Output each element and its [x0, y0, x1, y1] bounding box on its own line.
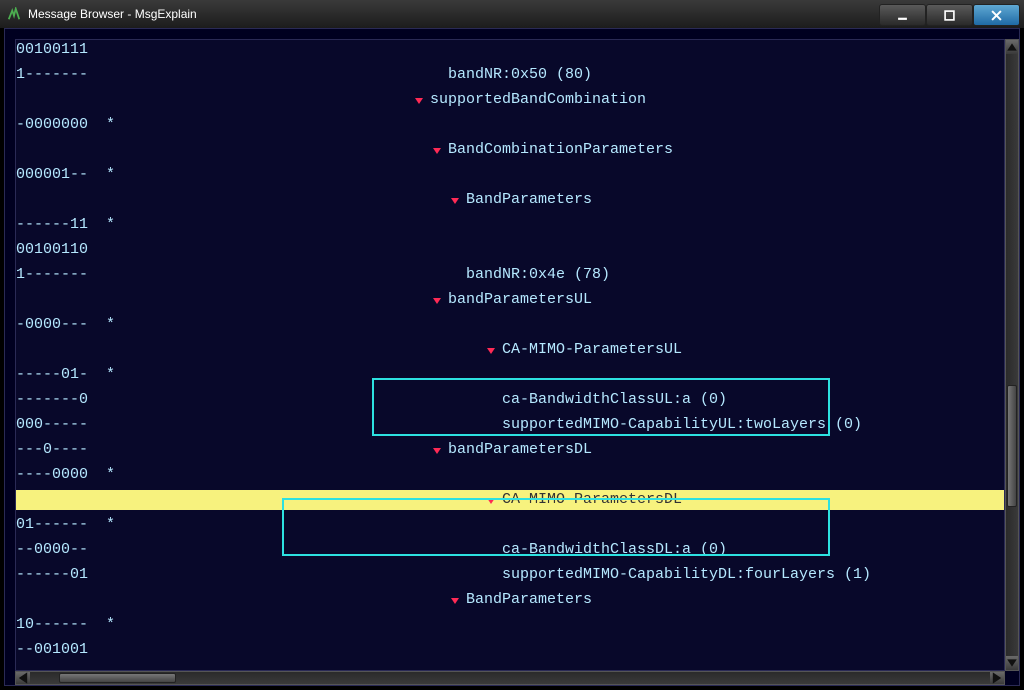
tree-content: 00100111 1------- bandNR:0x50 (80) supporte…	[16, 40, 1004, 669]
bits-cell: 00100110	[16, 240, 106, 260]
bits-cell: ------11	[16, 215, 106, 235]
tree-row[interactable]: 1------- bandNR:0x4e (78)	[16, 265, 1004, 285]
tree-row[interactable]: 000----- supportedMIMO-CapabilityUL:twoLa…	[16, 415, 1004, 435]
bits-cell: 000-----	[16, 415, 106, 435]
tree-row[interactable]: BandCombinationParameters	[16, 140, 1004, 160]
collapse-arrow-icon[interactable]	[430, 444, 444, 458]
marker: *	[106, 165, 118, 185]
close-button[interactable]	[973, 4, 1020, 26]
bits-cell: ------01	[16, 565, 106, 585]
marker: *	[106, 315, 118, 335]
bits-cell: 00100111	[16, 40, 106, 60]
bits-cell: 000001--	[16, 165, 106, 185]
node-label: bandNR:0x4e (78)	[466, 265, 610, 285]
marker: *	[106, 465, 118, 485]
node-label: ca-BandwidthClassDL:a (0)	[502, 540, 727, 560]
tree-row[interactable]: BandParameters	[16, 590, 1004, 610]
horizontal-scrollbar[interactable]	[15, 671, 1005, 685]
node-label: BandCombinationParameters	[448, 140, 673, 160]
node-label: bandParametersUL	[448, 290, 592, 310]
bits-cell: -------0	[16, 390, 106, 410]
node-label: BandParameters	[466, 190, 592, 210]
node-label: BandParameters	[466, 590, 592, 610]
node-label: CA-MIMO-ParametersDL	[502, 490, 682, 510]
collapse-arrow-icon[interactable]	[430, 144, 444, 158]
marker: *	[106, 115, 118, 135]
bits-cell: -0000---	[16, 315, 106, 335]
collapse-arrow-icon[interactable]	[448, 194, 462, 208]
window-controls	[879, 4, 1020, 24]
collapse-arrow-icon[interactable]	[448, 594, 462, 608]
minimize-button[interactable]	[879, 4, 926, 26]
vscroll-thumb[interactable]	[1007, 385, 1017, 507]
tree-row[interactable]: ------01 supportedMIMO-CapabilityDL:fourL…	[16, 565, 1004, 585]
bits-cell: 01------	[16, 515, 106, 535]
marker: *	[106, 615, 118, 635]
marker: *	[106, 515, 118, 535]
bits-cell: 1-------	[16, 265, 106, 285]
bits-cell: -----01-	[16, 365, 106, 385]
tree-row[interactable]: CA-MIMO-ParametersUL	[16, 340, 1004, 360]
tree-row[interactable]: -0000---*	[16, 315, 1004, 335]
node-label: supportedMIMO-CapabilityUL:twoLayers (0)	[502, 415, 862, 435]
tree-row[interactable]: ---0---- bandParametersDL	[16, 440, 1004, 460]
bits-cell: ----0000	[16, 465, 106, 485]
titlebar[interactable]: Message Browser - MsgExplain	[0, 0, 1024, 28]
tree-row[interactable]: -----01-*	[16, 365, 1004, 385]
collapse-arrow-icon[interactable]	[484, 494, 498, 508]
tree-row[interactable]: CA-MIMO-ParametersDL	[16, 490, 1004, 510]
tree-row[interactable]: 00100110	[16, 240, 1004, 260]
vscroll-track[interactable]	[1006, 54, 1018, 656]
scroll-up-button[interactable]	[1006, 40, 1018, 54]
node-label: supportedMIMO-CapabilityDL:fourLayers (1…	[502, 565, 871, 585]
scroll-down-button[interactable]	[1006, 656, 1018, 670]
hscroll-track[interactable]	[30, 672, 990, 684]
tree-row[interactable]: 1------- bandNR:0x50 (80)	[16, 65, 1004, 85]
node-label: supportedBandCombination	[430, 90, 646, 110]
tree-row[interactable]: supportedBandCombination	[16, 90, 1004, 110]
collapse-arrow-icon[interactable]	[430, 294, 444, 308]
tree-row[interactable]: -------0 ca-BandwidthClassUL:a (0)	[16, 390, 1004, 410]
tree-row[interactable]: --001001	[16, 640, 1004, 660]
tree-row[interactable]: BandParameters	[16, 190, 1004, 210]
collapse-arrow-icon[interactable]	[412, 94, 426, 108]
marker: *	[106, 215, 118, 235]
vertical-scrollbar[interactable]	[1005, 39, 1019, 671]
bits-cell: --0000--	[16, 540, 106, 560]
tree-row[interactable]: bandParametersUL	[16, 290, 1004, 310]
scroll-left-button[interactable]	[16, 672, 30, 684]
maximize-button[interactable]	[926, 4, 973, 26]
node-label: CA-MIMO-ParametersUL	[502, 340, 682, 360]
bits-cell: --001001	[16, 640, 106, 660]
window-title: Message Browser - MsgExplain	[28, 7, 197, 21]
tree-row[interactable]: ----0000*	[16, 465, 1004, 485]
bits-cell: -0000000	[16, 115, 106, 135]
tree-row[interactable]: 000001--*	[16, 165, 1004, 185]
marker: *	[106, 365, 118, 385]
bits-cell: ---0----	[16, 440, 106, 460]
node-label: bandNR:0x50 (80)	[448, 65, 592, 85]
tree-row[interactable]: ------11*	[16, 215, 1004, 235]
tree-viewport[interactable]: 00100111 1------- bandNR:0x50 (80) supporte…	[15, 39, 1005, 671]
tree-row[interactable]: 01------*	[16, 515, 1004, 535]
tree-row[interactable]: 10------*	[16, 615, 1004, 635]
app-window: Message Browser - MsgExplain 00100111 1--…	[0, 0, 1024, 690]
node-label: bandParametersDL	[448, 440, 592, 460]
bits-cell: 10------	[16, 615, 106, 635]
node-label: ca-BandwidthClassUL:a (0)	[502, 390, 727, 410]
collapse-arrow-icon[interactable]	[484, 344, 498, 358]
scroll-right-button[interactable]	[990, 672, 1004, 684]
tree-row[interactable]: -0000000*	[16, 115, 1004, 135]
app-icon	[6, 6, 22, 22]
client-area: 00100111 1------- bandNR:0x50 (80) supporte…	[4, 28, 1020, 686]
hscroll-thumb[interactable]	[59, 673, 176, 683]
bits-cell: 1-------	[16, 65, 106, 85]
tree-row[interactable]: 00100111	[16, 40, 1004, 60]
tree-row[interactable]: --0000-- ca-BandwidthClassDL:a (0)	[16, 540, 1004, 560]
